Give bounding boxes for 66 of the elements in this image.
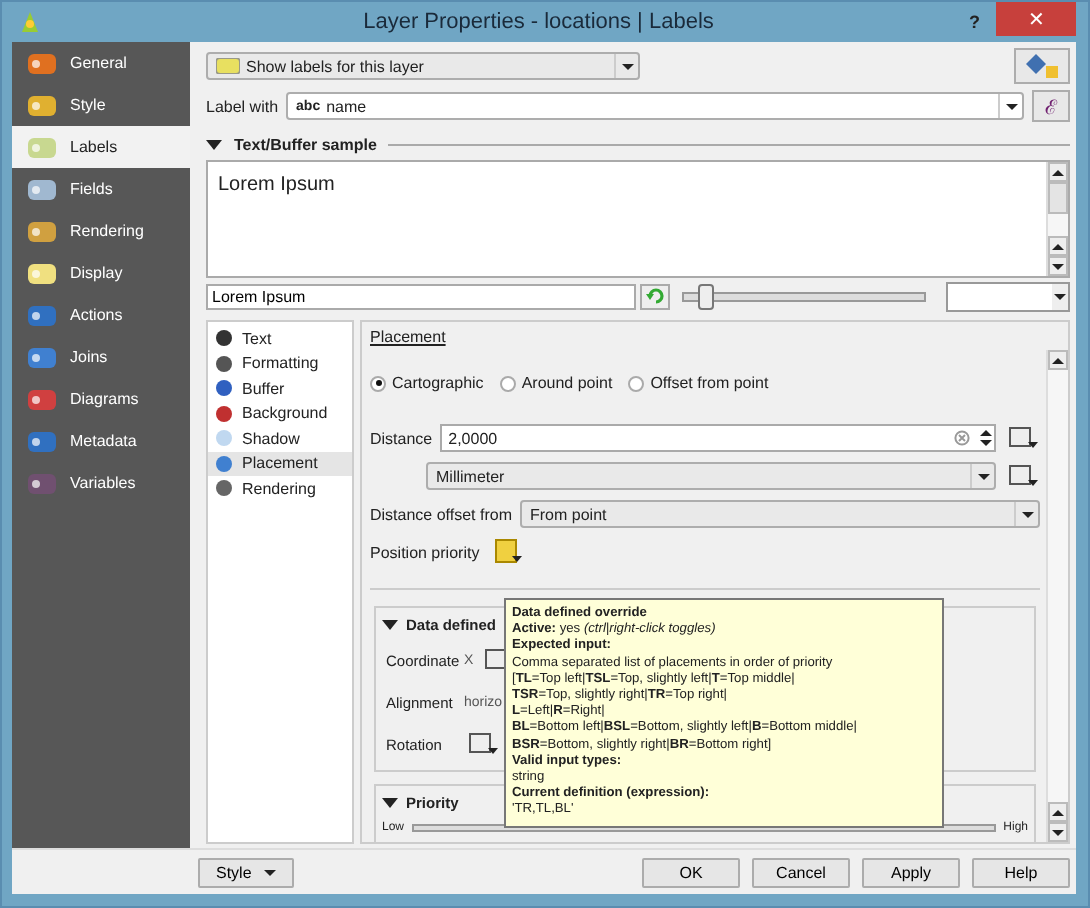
- app-icon: [16, 8, 44, 36]
- reset-button[interactable]: [640, 283, 670, 309]
- scrollbar[interactable]: [1046, 162, 1068, 276]
- settings-list-item[interactable]: Rendering: [208, 476, 352, 501]
- slider-thumb[interactable]: [697, 283, 714, 309]
- dropdown-arrow-icon: [970, 464, 994, 488]
- dialog-button[interactable]: OK: [642, 857, 740, 887]
- help-button[interactable]: ?: [953, 12, 996, 32]
- dropdown-arrow-icon: [1014, 502, 1038, 526]
- sidebar-item[interactable]: Display: [12, 252, 190, 294]
- expression-button[interactable]: ℰ: [1032, 90, 1070, 122]
- settings-list-item[interactable]: Placement: [208, 451, 352, 476]
- settings-list-item[interactable]: Text: [208, 326, 352, 351]
- close-button[interactable]: ✕: [996, 2, 1076, 36]
- rules-button[interactable]: [1014, 48, 1070, 84]
- label-icon: [216, 58, 240, 74]
- unit-dropdown[interactable]: Millimeter: [426, 462, 996, 490]
- category-icon: [212, 478, 236, 499]
- settings-list-item[interactable]: Shadow: [208, 426, 352, 451]
- placement-heading: Placement: [370, 328, 448, 346]
- sample-text: Lorem Ipsum: [216, 172, 337, 200]
- dialog-button[interactable]: Apply: [862, 857, 960, 887]
- distance-label: Distance: [370, 429, 433, 447]
- category-icon: [212, 378, 236, 399]
- sidebar-item[interactable]: General: [12, 42, 190, 84]
- dropdown-arrow-icon: [614, 54, 638, 78]
- background-color-dropdown[interactable]: [946, 281, 1070, 311]
- placement-radio[interactable]: Offset from point: [628, 374, 769, 392]
- category-icon: [212, 353, 236, 374]
- category-icon: [212, 403, 236, 424]
- dropdown-arrow-icon: [998, 94, 1022, 118]
- spin-arrows-icon[interactable]: [976, 430, 994, 446]
- sidebar-item[interactable]: Labels: [12, 126, 190, 168]
- sample-text-field[interactable]: Lorem Ipsum: [206, 283, 636, 309]
- placement-radio[interactable]: Around point: [499, 374, 613, 392]
- settings-list-item[interactable]: Formatting: [208, 351, 352, 376]
- category-icon: [212, 428, 236, 449]
- offset-from-label: Distance offset from: [370, 505, 512, 523]
- override-icon[interactable]: [1004, 462, 1040, 490]
- settings-list-item[interactable]: Background: [208, 401, 352, 426]
- settings-list-item[interactable]: Buffer: [208, 376, 352, 401]
- sidebar-item[interactable]: Fields: [12, 168, 190, 210]
- category-icon: [212, 328, 236, 349]
- sidebar-item[interactable]: Joins: [12, 336, 190, 378]
- scrollbar[interactable]: [1046, 350, 1068, 842]
- label-with-label: Label with: [206, 97, 279, 115]
- style-menu-button[interactable]: Style: [198, 857, 294, 887]
- override-icon[interactable]: [1004, 424, 1040, 452]
- sidebar-item[interactable]: Style: [12, 84, 190, 126]
- sidebar-item[interactable]: Diagrams: [12, 378, 190, 420]
- dialog-button[interactable]: Help: [972, 857, 1070, 887]
- position-priority-label: Position priority: [370, 543, 480, 561]
- clear-icon[interactable]: [954, 430, 970, 446]
- dialog-button[interactable]: Cancel: [752, 857, 850, 887]
- override-icon[interactable]: [464, 730, 500, 758]
- sidebar-item[interactable]: Rendering: [12, 210, 190, 252]
- sidebar-item[interactable]: Metadata: [12, 420, 190, 462]
- sidebar-item[interactable]: Variables: [12, 462, 190, 504]
- labeling-mode-dropdown[interactable]: Show labels for this layer: [206, 52, 640, 80]
- category-icon: [212, 453, 236, 474]
- placement-radio[interactable]: Cartographic: [370, 374, 484, 392]
- sidebar-item[interactable]: Actions: [12, 294, 190, 336]
- section-title[interactable]: Text/Buffer sample: [234, 135, 377, 153]
- window-title: Layer Properties - locations | Labels: [361, 10, 716, 34]
- distance-field[interactable]: 2,0000: [440, 424, 996, 452]
- offset-from-dropdown[interactable]: From point: [520, 500, 1040, 528]
